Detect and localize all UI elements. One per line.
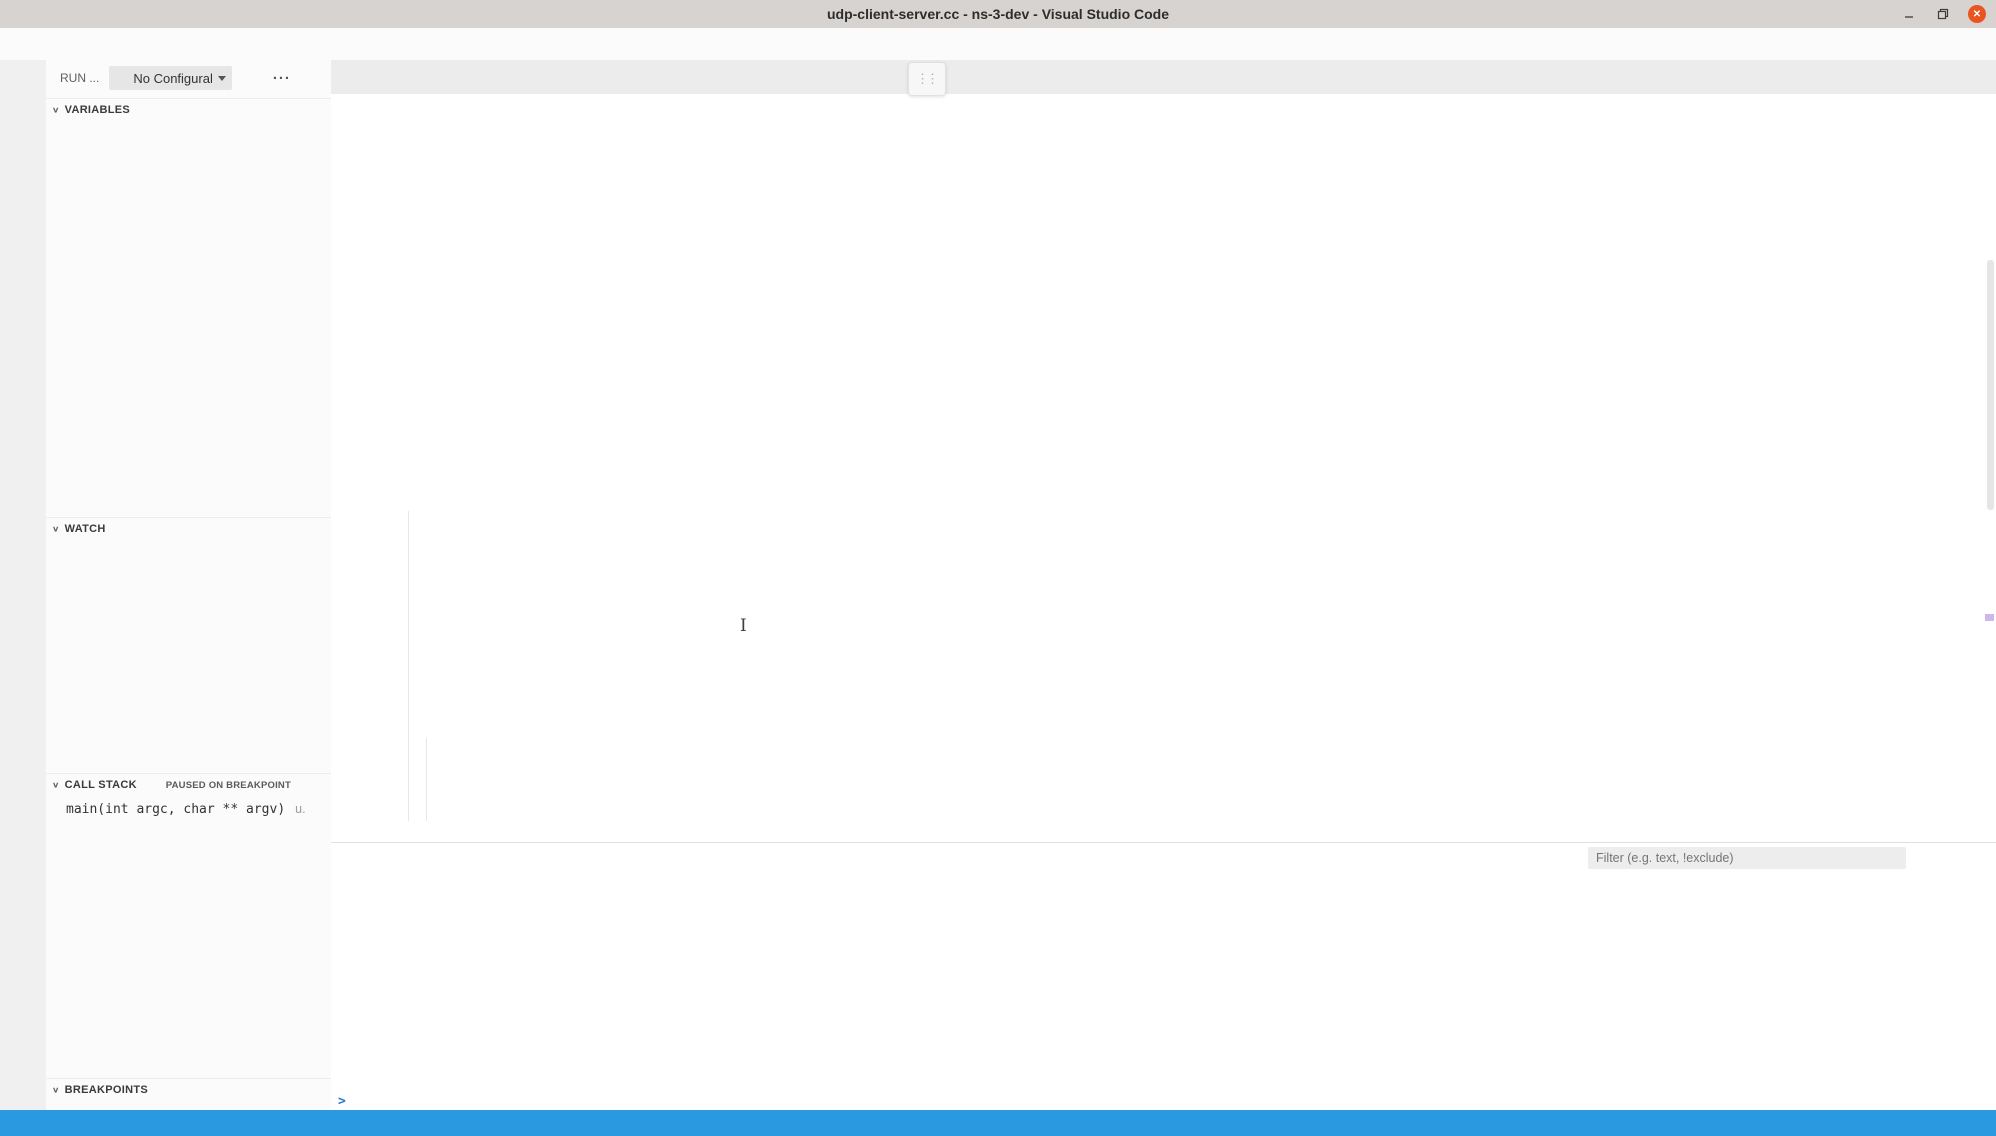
console-prompt[interactable]: >	[338, 1094, 346, 1110]
close-panel-icon[interactable]	[1970, 848, 1986, 864]
indent-guide	[426, 738, 427, 821]
editor-tabs	[331, 60, 1996, 95]
indent-guide	[408, 511, 409, 821]
debug-console-output[interactable]	[361, 873, 1576, 1094]
drag-handle[interactable]: ⋮⋮	[916, 71, 936, 87]
watch-section-header[interactable]: ∨ WATCH	[46, 517, 331, 540]
window-title: udp-client-server.cc - ns-3-dev - Visual…	[827, 6, 1169, 22]
breakpoints-section-header[interactable]: ∨ BREAKPOINTS	[46, 1078, 331, 1101]
call-stack-section-header[interactable]: ∨ CALL STACK PAUSED ON BREAKPOINT	[46, 773, 331, 796]
console-filter[interactable]	[1588, 847, 1906, 869]
breakpoint-item[interactable]	[46, 1100, 331, 1110]
restore-button[interactable]	[1934, 5, 1952, 23]
variables-section-header[interactable]: ∨ VARIABLES	[46, 98, 331, 121]
menu-bar	[0, 28, 1996, 60]
debug-config-label: No Configural	[133, 71, 213, 86]
activity-bar	[0, 60, 47, 1110]
window-controls: ✕	[1900, 0, 1986, 28]
breadcrumb	[331, 94, 1996, 120]
current-line-ruler-mark	[1985, 614, 1994, 621]
vscode-window: udp-client-server.cc - ns-3-dev - Visual…	[0, 0, 1996, 1136]
filter-input[interactable]	[1588, 851, 1906, 865]
bottom-panel: >	[331, 842, 1996, 1110]
close-button[interactable]: ✕	[1968, 5, 1986, 23]
editor-group: ⋮⋮ I >	[331, 60, 1996, 1110]
start-debug-icon[interactable]	[115, 72, 128, 85]
debug-settings-gear-icon[interactable]	[244, 70, 261, 87]
maximize-panel-icon[interactable]	[1941, 848, 1957, 864]
minimize-button[interactable]	[1900, 5, 1918, 23]
run-bar: RUN ... No Configural ···	[46, 60, 331, 96]
run-label: RUN ...	[60, 71, 99, 85]
call-stack-frame[interactable]: main(int argc, char ** argv) u.	[46, 797, 331, 821]
chevron-down-icon	[218, 76, 226, 81]
title-bar: udp-client-server.cc - ns-3-dev - Visual…	[0, 0, 1996, 29]
minimap[interactable]	[1859, 123, 1984, 395]
debug-config-dropdown[interactable]: No Configural	[109, 66, 232, 90]
editor-scrollbar[interactable]	[1986, 120, 1995, 842]
mouse-cursor: I	[740, 618, 747, 635]
panel-action-icons	[1912, 848, 1986, 864]
code-editor[interactable]: I	[331, 120, 1996, 842]
debug-sidebar: RUN ... No Configural ··· ∨ VARIABLES ∨ …	[46, 60, 332, 1110]
clear-filter-icon[interactable]	[1912, 848, 1928, 864]
more-actions-icon[interactable]: ···	[273, 70, 291, 87]
debug-toolbar: ⋮⋮	[908, 62, 946, 96]
paused-on-breakpoint-badge: PAUSED ON BREAKPOINT	[166, 780, 291, 791]
status-bar	[0, 1110, 1996, 1136]
